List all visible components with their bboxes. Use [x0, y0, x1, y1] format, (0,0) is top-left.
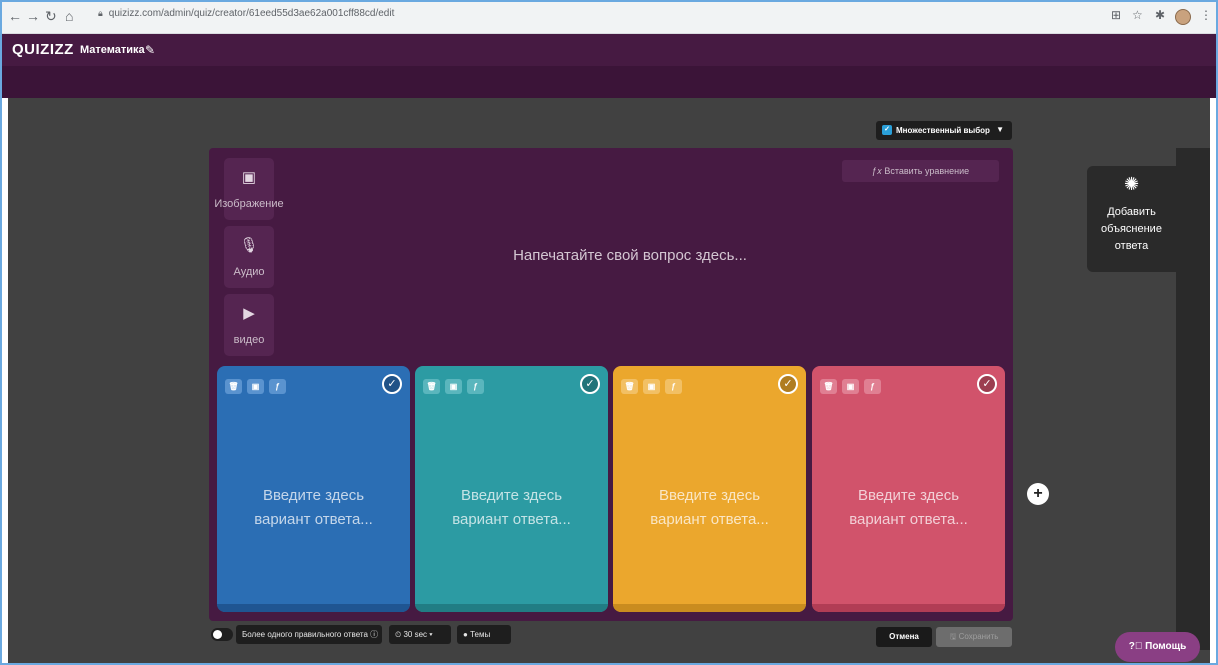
answer-input-3[interactable]: Введите здесь вариант ответа... [623, 484, 796, 532]
time-limit-dropdown[interactable]: ⏲ 30 sec ▾ [389, 625, 451, 644]
lightbulb-icon: ✺ [1123, 174, 1140, 194]
clock-icon: ⏲ [395, 630, 402, 639]
answer-placeholder-line2: вариант ответа... [849, 511, 968, 528]
chevron-down-icon: ▾ [429, 630, 433, 639]
right-side-panel [1176, 148, 1210, 650]
answer-input-2[interactable]: Введите здесь вариант ответа... [425, 484, 598, 532]
card-shadow [415, 604, 608, 612]
add-explanation-button[interactable]: ✺ Добавить объяснение ответа [1087, 166, 1176, 272]
question-type-dropdown[interactable]: ✓ Множественный выбор ▼ [876, 121, 1012, 140]
answer-placeholder-line1: Введите здесь [857, 487, 960, 504]
profile-avatar[interactable] [1175, 9, 1191, 25]
answer-input-4[interactable]: Введите здесь вариант ответа... [822, 484, 995, 532]
sub-header-bar [0, 66, 1218, 98]
quizizz-logo[interactable]: QUIZIZZ [12, 41, 74, 58]
answer-card-1[interactable]: 🗑︎ ▣ ƒ ✓ Введите здесь вариант ответа... [217, 366, 410, 612]
bookmark-star-icon[interactable]: ☆ [1132, 8, 1143, 22]
mark-correct-check-icon[interactable]: ✓ [977, 374, 997, 394]
help-label: Помощь [1145, 641, 1187, 652]
extensions-icon[interactable]: ✱ [1155, 8, 1165, 22]
add-video-label: видео [233, 334, 265, 346]
image-icon: ▣ [241, 169, 257, 186]
delete-icon[interactable]: 🗑︎ [820, 379, 837, 394]
function-icon[interactable]: ƒ [467, 379, 484, 394]
edit-title-pencil-icon[interactable]: ✎ [145, 43, 155, 57]
image-icon[interactable]: ▣ [643, 379, 660, 394]
image-icon[interactable]: ▣ [842, 379, 859, 394]
answer-placeholder-line1: Введите здесь [460, 487, 563, 504]
answer-card-2[interactable]: 🗑︎ ▣ ƒ ✓ Введите здесь вариант ответа... [415, 366, 608, 612]
answer-card-3[interactable]: 🗑︎ ▣ ƒ ✓ Введите здесь вариант ответа... [613, 366, 806, 612]
chevron-down-icon: ▼ [996, 125, 1004, 134]
multi-correct-option[interactable]: Более одного правильного ответа ⓘ [236, 625, 382, 644]
url-text: quizizz.com/admin/quiz/creator/61eed55d3… [108, 8, 395, 19]
question-input[interactable]: Напечатайте свой вопрос здесь... [430, 247, 830, 264]
time-limit-label: 30 sec [403, 630, 428, 639]
microphone-icon: 🎙︎ [239, 237, 259, 254]
explanation-line1: Добавить [1107, 206, 1156, 218]
function-icon: ƒ𝑥 [871, 166, 885, 176]
function-icon[interactable]: ƒ [269, 379, 286, 394]
add-image-label: Изображение [214, 198, 284, 210]
mark-correct-check-icon[interactable]: ✓ [382, 374, 402, 394]
mark-correct-check-icon[interactable]: ✓ [580, 374, 600, 394]
cancel-button[interactable]: Отмена [876, 627, 932, 647]
save-button[interactable]: 🖫︎ Сохранить [936, 627, 1012, 647]
add-audio-button[interactable]: 🎙︎ Аудио [224, 226, 274, 288]
mark-correct-check-icon[interactable]: ✓ [778, 374, 798, 394]
delete-icon[interactable]: 🗑︎ [621, 379, 638, 394]
card-shadow [613, 604, 806, 612]
answer-placeholder-line2: вариант ответа... [650, 511, 769, 528]
topics-label: Темы [470, 630, 491, 639]
add-video-button[interactable]: ▶ видео [224, 294, 274, 356]
question-type-label: Множественный выбор [896, 126, 990, 135]
answer-placeholder-line2: вариант ответа... [254, 511, 373, 528]
delete-icon[interactable]: 🗑︎ [225, 379, 242, 394]
save-icon: 🖫︎ [949, 632, 959, 641]
multi-correct-toggle[interactable] [211, 628, 233, 641]
delete-icon[interactable]: 🗑︎ [423, 379, 440, 394]
app-header [0, 34, 1218, 66]
add-audio-label: Аудио [233, 266, 265, 278]
answer-placeholder-line2: вариант ответа... [452, 511, 571, 528]
tag-icon: ● [463, 630, 468, 639]
forward-icon[interactable]: → [26, 8, 40, 24]
explanation-line3: ответа [1114, 240, 1149, 252]
question-circle-icon: ?⃝ [1128, 641, 1146, 652]
checkbox-icon: ✓ [882, 125, 892, 135]
reload-icon[interactable]: ↻ [45, 8, 57, 24]
answer-input-1[interactable]: Введите здесь вариант ответа... [227, 484, 400, 532]
topics-button[interactable]: ● Темы [457, 625, 511, 644]
address-bar[interactable]: 🔒︎ quizizz.com/admin/quiz/creator/61eed55… [98, 8, 394, 19]
browser-menu-icon[interactable]: ⋮ [1200, 8, 1212, 22]
answer-placeholder-line1: Введите здесь [262, 487, 365, 504]
image-icon[interactable]: ▣ [445, 379, 462, 394]
answer-placeholder-line1: Введите здесь [658, 487, 761, 504]
image-icon[interactable]: ▣ [247, 379, 264, 394]
card-shadow [217, 604, 410, 612]
translate-icon[interactable]: ⊞ [1111, 8, 1121, 22]
multi-correct-label: Более одного правильного ответа [242, 630, 368, 639]
answer-card-4[interactable]: 🗑︎ ▣ ƒ ✓ Введите здесь вариант ответа... [812, 366, 1005, 612]
card-shadow [812, 604, 1005, 612]
add-answer-plus-icon[interactable]: + [1027, 483, 1049, 505]
lock-icon: 🔒︎ [98, 8, 103, 18]
insert-equation-label: Вставить уравнение [884, 166, 970, 176]
add-image-button[interactable]: ▣ Изображение [214, 158, 284, 220]
explanation-line2: объяснение [1101, 223, 1162, 235]
home-icon[interactable]: ⌂ [65, 8, 73, 24]
quiz-title[interactable]: Математика [80, 44, 145, 56]
save-label: Сохранить [958, 632, 999, 641]
video-play-icon: ▶ [243, 305, 255, 322]
toggle-knob [213, 630, 222, 639]
function-icon[interactable]: ƒ [665, 379, 682, 394]
back-icon[interactable]: ← [8, 8, 22, 24]
info-icon[interactable]: ⓘ [370, 630, 378, 639]
insert-equation-button[interactable]: ƒ𝑥 Вставить уравнение [842, 160, 999, 182]
help-button[interactable]: ?⃝ Помощь [1115, 632, 1200, 662]
function-icon[interactable]: ƒ [864, 379, 881, 394]
